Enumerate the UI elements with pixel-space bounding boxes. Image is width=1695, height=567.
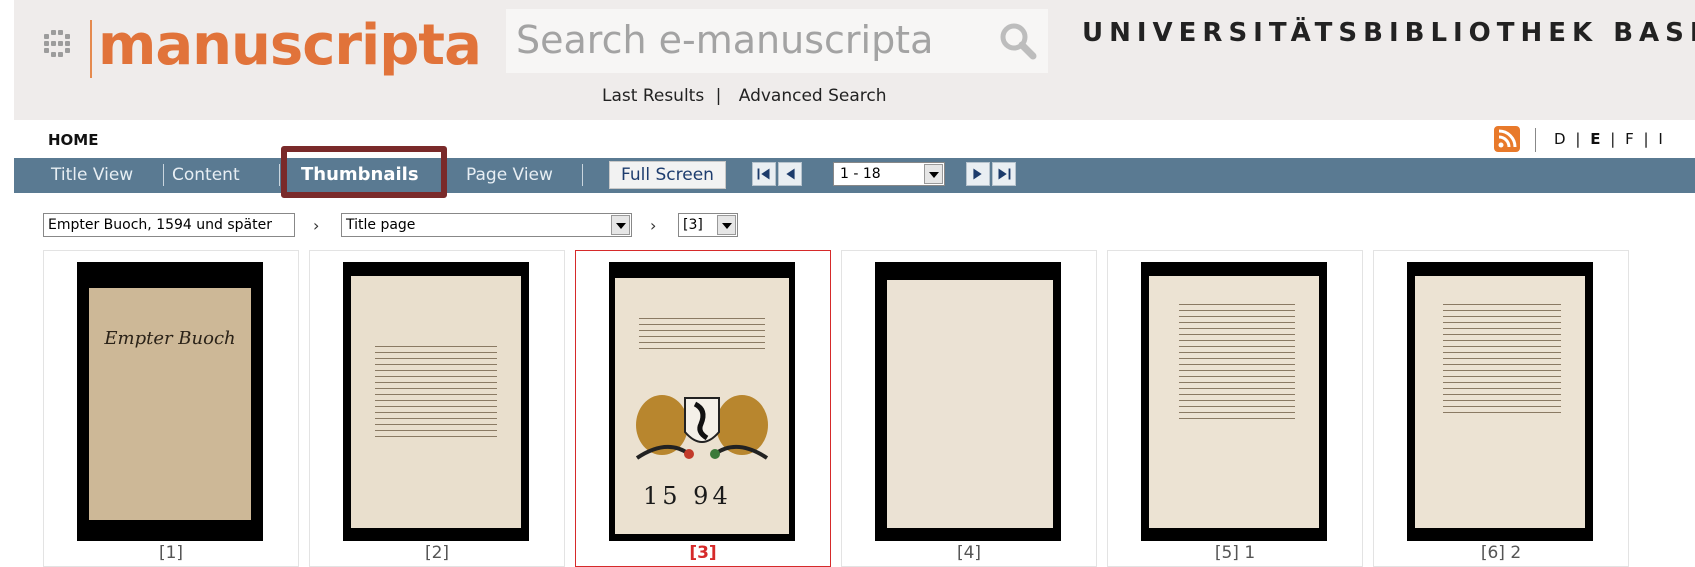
thumbnail-caption: [3] (689, 543, 717, 563)
thumbnail-6[interactable]: [6] 2 (1373, 250, 1629, 567)
language-separator: | (1643, 130, 1649, 148)
document-select[interactable]: Empter Buoch, 1594 und später (43, 213, 295, 237)
logo-grid-icon (44, 30, 70, 57)
chevron-down-icon[interactable] (717, 215, 736, 235)
language-separator: | (1575, 130, 1581, 148)
thumbnail-caption: [2] (424, 543, 450, 563)
logo-divider (90, 20, 92, 78)
page-select-value: [3] (683, 217, 703, 233)
tab-page-view[interactable]: Page View (466, 165, 553, 185)
page: manuscripta UNIVERSITÄTSBIBLIOTHEK BASEL… (0, 0, 1695, 567)
thumbnail-3[interactable]: 15 94 [3] (575, 250, 831, 567)
coat-of-arms-image (635, 395, 769, 460)
language-f[interactable]: F (1625, 130, 1634, 148)
thumbnail-image-page-2[interactable] (343, 262, 529, 541)
nav-separator (582, 164, 583, 186)
language-d[interactable]: D (1554, 130, 1566, 148)
page-paper: 15 94 (615, 278, 789, 534)
thumbnail-1[interactable]: Empter Buoch [1] (43, 250, 299, 567)
full-screen-button[interactable]: Full Screen (609, 161, 726, 189)
page-paper (1149, 276, 1319, 528)
thumbnail-4[interactable]: [4] (841, 250, 1097, 567)
rss-icon[interactable] (1494, 126, 1520, 152)
tab-title-view[interactable]: Title View (51, 165, 133, 185)
title-page-year: 15 94 (643, 482, 732, 510)
page-paper (887, 280, 1053, 528)
previous-page-icon[interactable] (778, 162, 802, 186)
advanced-search-link[interactable]: Advanced Search (739, 86, 887, 106)
thumbnail-image-blank-page[interactable] (875, 262, 1061, 541)
nav-separator (163, 164, 164, 186)
thumbnail-2[interactable]: [2] (309, 250, 565, 567)
last-results-link[interactable]: Last Results (602, 86, 704, 106)
home-link[interactable]: HOME (48, 131, 98, 149)
thumbnail-image-page-6[interactable] (1407, 262, 1593, 541)
link-separator: | (715, 86, 722, 106)
search-box (506, 9, 1048, 73)
handwriting (375, 346, 497, 442)
tab-content[interactable]: Content (172, 165, 240, 185)
document-select-value: Empter Buoch, 1594 und später (48, 217, 272, 233)
handwriting (1443, 304, 1561, 418)
first-page-icon[interactable] (752, 162, 776, 186)
thumbnail-image-cover[interactable]: Empter Buoch (77, 262, 263, 541)
language-divider (1535, 128, 1536, 152)
thumbnail-caption: [6] 2 (1480, 543, 1522, 563)
thumbnail-caption: [1] (158, 543, 184, 563)
thumbnail-image-page-5[interactable] (1141, 262, 1327, 541)
language-switcher: D | E | F | I (1554, 130, 1663, 148)
thumbnail-5[interactable]: [5] 1 (1107, 250, 1363, 567)
handwriting (1179, 304, 1295, 424)
page-paper (351, 276, 521, 528)
cover-title: Empter Buoch (104, 328, 236, 349)
site-logo[interactable]: manuscripta (98, 6, 482, 86)
cover-paper: Empter Buoch (89, 288, 251, 520)
language-e[interactable]: E (1590, 130, 1600, 148)
thumbnail-caption: [4] (956, 543, 982, 563)
chevron-down-icon[interactable] (924, 164, 943, 184)
section-select[interactable]: Title page (341, 213, 632, 237)
institution-name[interactable]: UNIVERSITÄTSBIBLIOTHEK BASEL (1082, 18, 1695, 48)
next-page-icon[interactable] (966, 162, 990, 186)
tab-thumbnails[interactable]: Thumbnails (301, 164, 419, 185)
language-i[interactable]: I (1658, 130, 1662, 148)
section-select-value: Title page (346, 217, 416, 233)
page-range-select[interactable]: 1 - 18 (833, 162, 945, 186)
nav-separator (279, 164, 280, 186)
handwriting (639, 318, 765, 354)
last-page-icon[interactable] (992, 162, 1016, 186)
header-links: Last Results | Advanced Search (602, 86, 887, 106)
page-select[interactable]: [3] (678, 213, 738, 237)
page-paper (1415, 276, 1585, 528)
chevron-right-icon: › (650, 216, 657, 235)
search-input[interactable] (516, 15, 986, 65)
page-range-value: 1 - 18 (840, 166, 881, 182)
thumbnail-caption: [5] 1 (1214, 543, 1256, 563)
chevron-right-icon: › (313, 216, 320, 235)
language-separator: | (1610, 130, 1616, 148)
breadcrumb: HOME D | E | F | I (14, 120, 1695, 158)
search-icon[interactable] (998, 21, 1038, 61)
chevron-down-icon[interactable] (611, 215, 630, 235)
thumbnail-image-title-page[interactable]: 15 94 (609, 262, 795, 541)
